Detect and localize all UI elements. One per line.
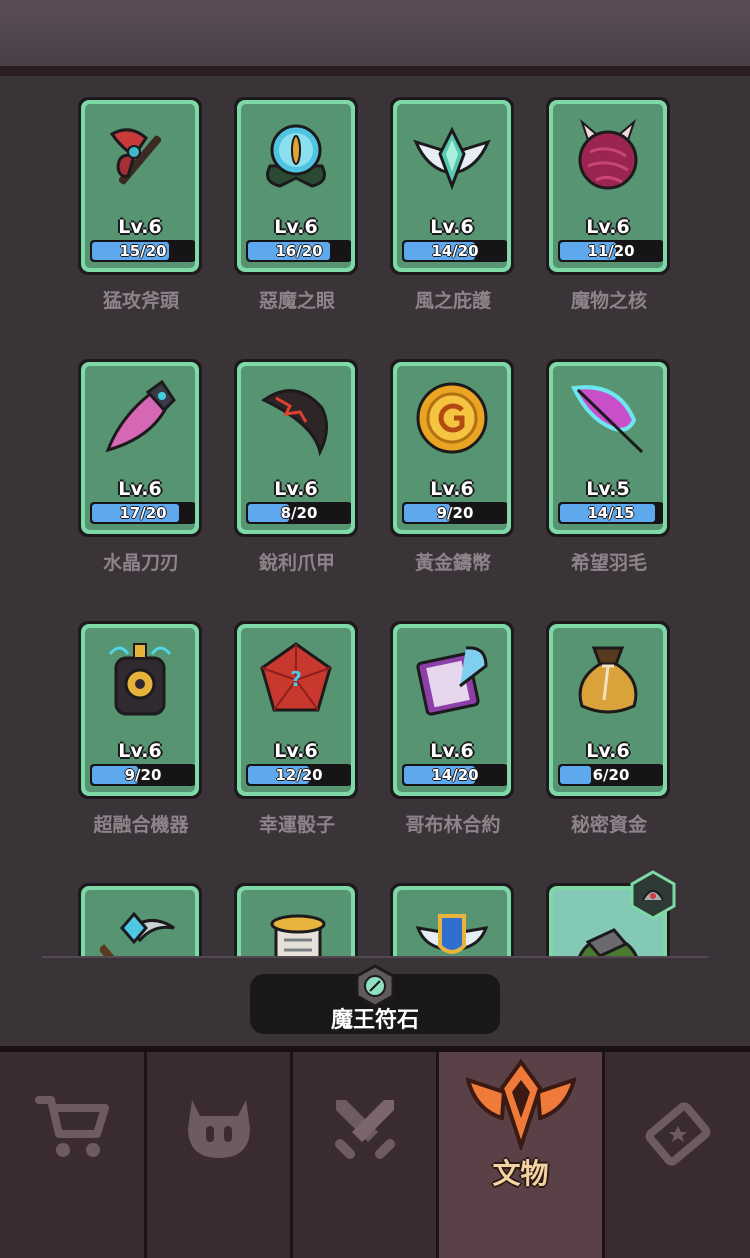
new-badge-icon [628, 870, 678, 920]
relic-level: Lv.6 [274, 478, 318, 500]
relic-name: 哥布林合約 [405, 814, 501, 836]
relic-name: 銳利爪甲 [258, 552, 335, 574]
relic-level: Lv.6 [430, 478, 474, 500]
cart-icon [35, 1094, 109, 1164]
relic-card[interactable]: Lv.6 11/20 [546, 97, 670, 275]
shield-wings-icon [412, 902, 492, 956]
tab-heroes[interactable] [147, 1052, 293, 1258]
relic-card[interactable]: Lv.6 6/20 [546, 621, 670, 799]
relic-progress-text: 15/20 [119, 242, 167, 260]
lucky-dice-icon: ? [256, 640, 336, 720]
demon-head-icon [184, 1098, 254, 1164]
crossed-swords-icon [332, 1096, 398, 1166]
relic-progress-bar: 14/15 [558, 502, 663, 524]
axe-icon [100, 116, 180, 196]
relic-progress-text: 11/20 [587, 242, 635, 260]
relic-progress-text: 14/20 [431, 766, 479, 784]
relic-progress-bar: 14/20 [402, 240, 507, 262]
relic-name: 惡魔之眼 [258, 290, 335, 312]
relic-progress-bar: 16/20 [246, 240, 351, 262]
relic-name: 魔物之核 [570, 290, 647, 312]
relic-name: 超融合機器 [93, 814, 189, 836]
relic-level: Lv.6 [274, 740, 318, 762]
monster-core-icon [568, 116, 648, 196]
relic-progress-text: 9/20 [124, 766, 162, 784]
scroll-icon [256, 902, 336, 956]
rune-stone-label: 魔王符石 [330, 1008, 419, 1033]
tab-shop[interactable] [0, 1052, 147, 1258]
gold-coin-icon [412, 378, 492, 458]
winged-badge-icon [464, 1058, 577, 1154]
fusion-machine-icon [100, 640, 180, 720]
demon-eye-icon [256, 116, 336, 196]
tab-relics[interactable]: 文物 [439, 1052, 605, 1258]
relic-grid[interactable]: Lv.6 15/20 猛攻斧頭 Lv.6 16/20 惡魔之眼 Lv.6 14/… [0, 76, 750, 956]
relic-level: Lv.6 [430, 216, 474, 238]
tab-relics-label: 文物 [492, 1157, 549, 1190]
bottom-nav: 文物 [0, 1046, 750, 1258]
relic-name: 水晶刀刃 [102, 552, 179, 574]
rune-stone-button[interactable]: 魔王符石 [250, 964, 500, 1034]
goblin-contract-icon [412, 640, 492, 720]
relic-name: 秘密資金 [570, 814, 647, 836]
relic-card[interactable] [78, 883, 202, 956]
relic-level: Lv.6 [118, 740, 162, 762]
relic-card[interactable]: Lv.6 14/20 [390, 621, 514, 799]
relic-progress-bar: 8/20 [246, 502, 351, 524]
relic-progress-bar: 11/20 [558, 240, 663, 262]
feather-icon [568, 378, 648, 458]
relic-progress-text: 17/20 [119, 504, 167, 522]
relic-level: Lv.6 [274, 216, 318, 238]
relic-progress-bar: 9/20 [90, 764, 195, 786]
relic-card[interactable] [390, 883, 514, 956]
relic-progress-bar: 6/20 [558, 764, 663, 786]
relic-progress-text: 14/15 [587, 504, 635, 522]
relic-name: 黃金鑄幣 [414, 552, 491, 574]
relic-card[interactable]: Lv.6 15/20 [78, 97, 202, 275]
relic-level: Lv.6 [118, 478, 162, 500]
relic-progress-text: 9/20 [436, 504, 474, 522]
relic-card[interactable]: Lv.6 17/20 [78, 359, 202, 537]
relic-progress-bar: 9/20 [402, 502, 507, 524]
ticket-icon [640, 1096, 716, 1176]
relic-card[interactable]: Lv.6 9/20 [390, 359, 514, 537]
relic-progress-bar: 12/20 [246, 764, 351, 786]
relic-card[interactable]: ? Lv.6 12/20 [234, 621, 358, 799]
relic-card[interactable]: Lv.6 8/20 [234, 359, 358, 537]
relic-level: Lv.6 [118, 216, 162, 238]
wind-wings-icon [412, 116, 492, 196]
relic-progress-text: 14/20 [431, 242, 479, 260]
relic-name: 希望羽毛 [570, 552, 647, 574]
top-banner [0, 0, 750, 70]
section-divider [42, 956, 708, 958]
relic-progress-bar: 14/20 [402, 764, 507, 786]
tab-tickets[interactable] [605, 1052, 750, 1258]
relic-name: 風之庇護 [414, 290, 491, 312]
svg-text:?: ? [290, 667, 302, 691]
relic-progress-bar: 17/20 [90, 502, 195, 524]
crystal-blade-icon [100, 378, 180, 458]
pickaxe-icon [100, 902, 180, 956]
relic-card[interactable]: Lv.6 16/20 [234, 97, 358, 275]
relic-card[interactable]: Lv.6 14/20 [390, 97, 514, 275]
tab-battle[interactable] [293, 1052, 439, 1258]
claw-icon [256, 378, 336, 458]
relic-progress-text: 8/20 [280, 504, 318, 522]
relic-name: 猛攻斧頭 [102, 290, 179, 312]
relic-card[interactable] [234, 883, 358, 956]
relic-level: Lv.5 [586, 478, 630, 500]
relic-level: Lv.6 [430, 740, 474, 762]
relic-level: Lv.6 [586, 216, 630, 238]
relic-name: 幸運骰子 [258, 814, 335, 836]
relic-progress-text: 12/20 [275, 766, 323, 784]
relic-level: Lv.6 [586, 740, 630, 762]
top-banner-edge [0, 66, 750, 76]
relic-card[interactable]: Lv.5 14/15 [546, 359, 670, 537]
relic-progress-bar: 15/20 [90, 240, 195, 262]
relic-progress-text: 16/20 [275, 242, 323, 260]
relic-progress-text: 6/20 [592, 766, 630, 784]
money-bag-icon [568, 640, 648, 720]
relic-card[interactable]: Lv.6 9/20 [78, 621, 202, 799]
